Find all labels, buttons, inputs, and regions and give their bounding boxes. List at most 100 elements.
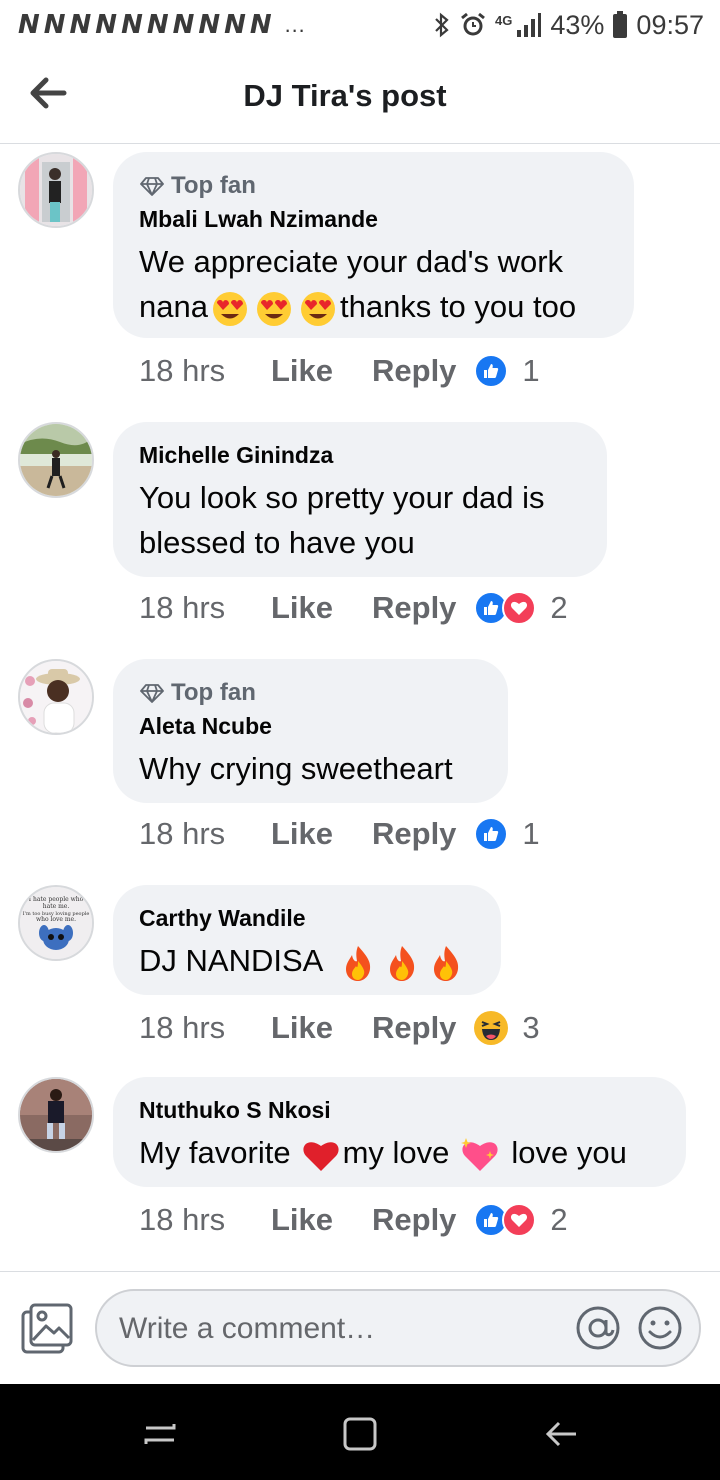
comment-bubble[interactable]: Ntuthuko S Nkosi My favorite my love love … — [113, 1077, 686, 1187]
reaction-summary[interactable] — [474, 1203, 537, 1237]
top-fan-label: Top fan — [171, 679, 256, 706]
reply-button[interactable]: Reply — [372, 1010, 456, 1046]
avatar-text-line: I hate people who — [29, 896, 84, 903]
comment-author[interactable]: Aleta Ncube — [139, 713, 482, 740]
like-button[interactable]: Like — [271, 1010, 372, 1046]
like-button[interactable]: Like — [271, 590, 372, 626]
reaction-summary[interactable] — [474, 354, 509, 388]
comment-text: My favorite my love love you — [139, 1130, 660, 1175]
comment-author[interactable]: Mbali Lwah Nzimande — [139, 206, 608, 233]
signal-icon — [517, 13, 542, 37]
system-icons: 4G 43% 09:57 — [433, 10, 704, 41]
reaction-count: 1 — [522, 353, 540, 388]
clock: 09:57 — [636, 9, 704, 40]
comment-actions: 18 hrs Like Reply 1 — [139, 353, 540, 389]
comment-author[interactable]: Michelle Ginindza — [139, 442, 581, 469]
comment-list[interactable]: Top fan Mbali Lwah Nzimande We appreciat… — [0, 145, 720, 1271]
like-button[interactable]: Like — [271, 353, 372, 389]
comment-text: DJ NANDISA — [139, 938, 475, 983]
comment-time[interactable]: 18 hrs — [139, 353, 271, 389]
comment-actions: 18 hrs Like Reply 1 — [139, 816, 540, 852]
comment-time[interactable]: 18 hrs — [139, 590, 271, 626]
heart-eyes-emoji-icon — [256, 291, 291, 326]
avatar[interactable]: I hate people who hate me. I'm too busy … — [18, 885, 94, 961]
recent-apps-icon[interactable] — [140, 1414, 180, 1454]
like-button[interactable]: Like — [271, 816, 372, 852]
status-bar: N N N N N N N N N N … 4G 43% 09:57 — [0, 0, 720, 50]
comment-text-part: nana — [139, 289, 208, 324]
home-icon[interactable] — [340, 1414, 380, 1454]
avatar[interactable] — [18, 422, 94, 498]
comment-time[interactable]: 18 hrs — [139, 816, 271, 852]
post-header: DJ Tira's post — [0, 50, 720, 144]
reaction-count: 3 — [522, 1010, 540, 1045]
comment-bubble[interactable]: Michelle Ginindza You look so pretty you… — [113, 422, 607, 577]
top-fan-badge: Top fan — [139, 172, 608, 200]
emoji-icon[interactable] — [637, 1305, 683, 1351]
n-icon: N — [249, 10, 272, 40]
diamond-icon — [140, 684, 164, 703]
comment-actions: 18 hrs Like Reply 2 — [139, 590, 568, 626]
reaction-count: 2 — [550, 1202, 568, 1237]
n-icon: N — [95, 10, 118, 40]
haha-reaction-icon — [474, 1011, 509, 1045]
comment-bubble[interactable]: Carthy Wandile DJ NANDISA — [113, 885, 501, 995]
alarm-icon — [461, 12, 485, 36]
battery-icon — [613, 11, 628, 38]
more-notifications-icon: … — [283, 12, 307, 37]
top-fan-label: Top fan — [171, 172, 256, 199]
battery-percent: 43% — [550, 9, 605, 40]
avatar[interactable] — [18, 1077, 94, 1153]
sparkling-heart-emoji-icon — [461, 1137, 499, 1171]
comment-actions: 18 hrs Like Reply 2 — [139, 1202, 568, 1238]
love-reaction-icon — [502, 1203, 537, 1237]
comment-author[interactable]: Carthy Wandile — [139, 905, 475, 932]
fire-emoji-icon — [346, 945, 371, 981]
comment-bubble[interactable]: Top fan Mbali Lwah Nzimande We appreciat… — [113, 152, 634, 338]
reaction-count: 2 — [550, 590, 568, 625]
reaction-count: 1 — [522, 816, 540, 851]
comment-time[interactable]: 18 hrs — [139, 1202, 271, 1238]
comment-time[interactable]: 18 hrs — [139, 1010, 271, 1046]
photo-icon[interactable] — [20, 1302, 74, 1356]
system-nav-bar — [0, 1384, 720, 1480]
reply-button[interactable]: Reply — [372, 353, 456, 389]
n-icon: N — [69, 10, 92, 40]
avatar[interactable] — [18, 152, 94, 228]
comment-bubble[interactable]: Top fan Aleta Ncube Why crying sweethear… — [113, 659, 508, 803]
avatar[interactable] — [18, 659, 94, 735]
avatar-text-line: who love me. — [36, 916, 76, 923]
heart-eyes-emoji-icon — [212, 291, 247, 326]
comment-text-part: thanks to you too — [339, 289, 577, 324]
comment-text: We appreciate your dad's work nana thanks… — [139, 239, 608, 329]
comment-actions: 18 hrs Like Reply 3 — [139, 1010, 540, 1046]
bluetooth-icon — [435, 12, 449, 38]
reply-button[interactable]: Reply — [372, 1202, 456, 1238]
reaction-summary[interactable] — [474, 591, 537, 625]
fire-emoji-icon — [434, 945, 459, 981]
heart-eyes-emoji-icon — [300, 291, 335, 326]
diamond-icon — [140, 177, 164, 196]
top-fan-badge: Top fan — [139, 679, 482, 707]
mention-icon[interactable] — [575, 1305, 621, 1351]
comment-text: Why crying sweetheart — [139, 751, 453, 786]
n-icon: N — [198, 10, 221, 40]
comment-input-box[interactable] — [95, 1289, 701, 1367]
comment-text-line: nana thanks to you too — [139, 284, 608, 329]
reaction-summary[interactable] — [474, 817, 509, 851]
comment-input[interactable] — [117, 1305, 561, 1353]
n-icon: N — [224, 10, 246, 40]
like-reaction-icon — [474, 817, 509, 851]
back-nav-icon[interactable] — [542, 1414, 582, 1454]
comment-text-line: We appreciate your dad's work — [139, 244, 564, 279]
like-button[interactable]: Like — [271, 1202, 372, 1238]
comment-author[interactable]: Ntuthuko S Nkosi — [139, 1097, 660, 1124]
comment-composer — [0, 1271, 720, 1384]
comment-text-part: My favorite — [139, 1135, 291, 1170]
reply-button[interactable]: Reply — [372, 816, 456, 852]
n-icon: N — [146, 10, 169, 40]
n-icon: N — [18, 10, 40, 40]
reply-button[interactable]: Reply — [372, 590, 456, 626]
reaction-summary[interactable] — [474, 1011, 509, 1045]
comment-text-part: my love — [342, 1135, 450, 1170]
